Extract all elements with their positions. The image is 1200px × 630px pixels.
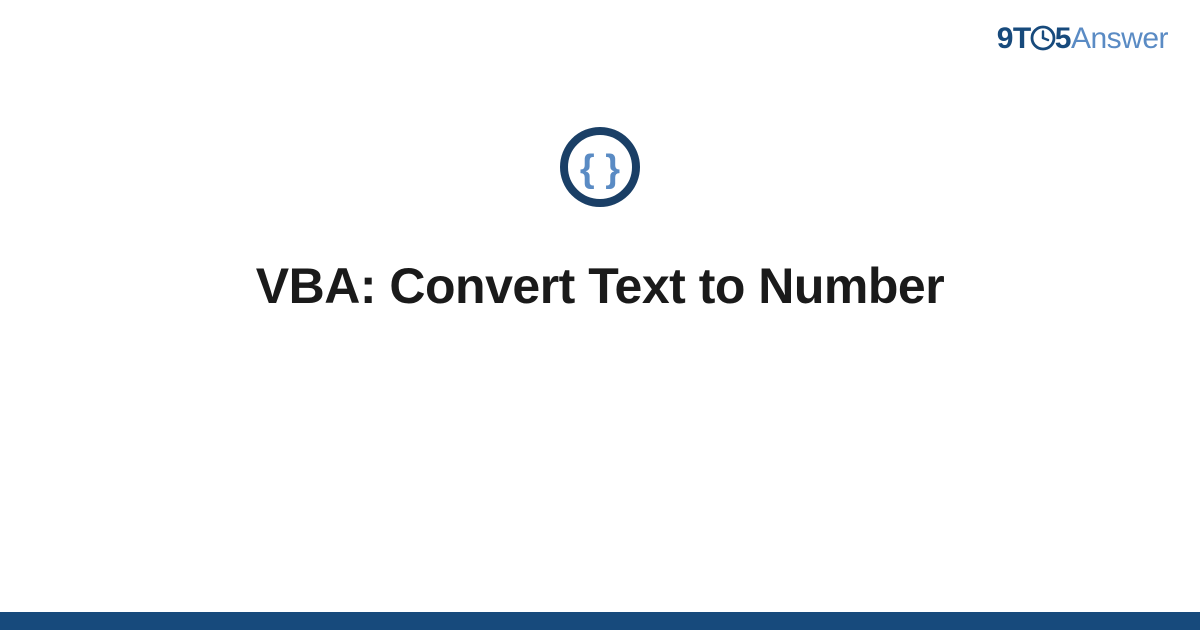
footer-bar xyxy=(0,612,1200,630)
page-title: VBA: Convert Text to Number xyxy=(256,257,944,315)
brand-text-part1: 9T xyxy=(997,22,1031,56)
brand-text-part3: Answer xyxy=(1071,22,1168,56)
brand-logo: 9T 5 Answer xyxy=(997,22,1168,56)
code-braces-icon: { } xyxy=(558,125,642,209)
main-content: { } VBA: Convert Text to Number xyxy=(0,125,1200,315)
svg-text:{ }: { } xyxy=(580,148,620,190)
brand-text-part2: 5 xyxy=(1055,22,1071,56)
clock-icon xyxy=(1030,25,1056,51)
